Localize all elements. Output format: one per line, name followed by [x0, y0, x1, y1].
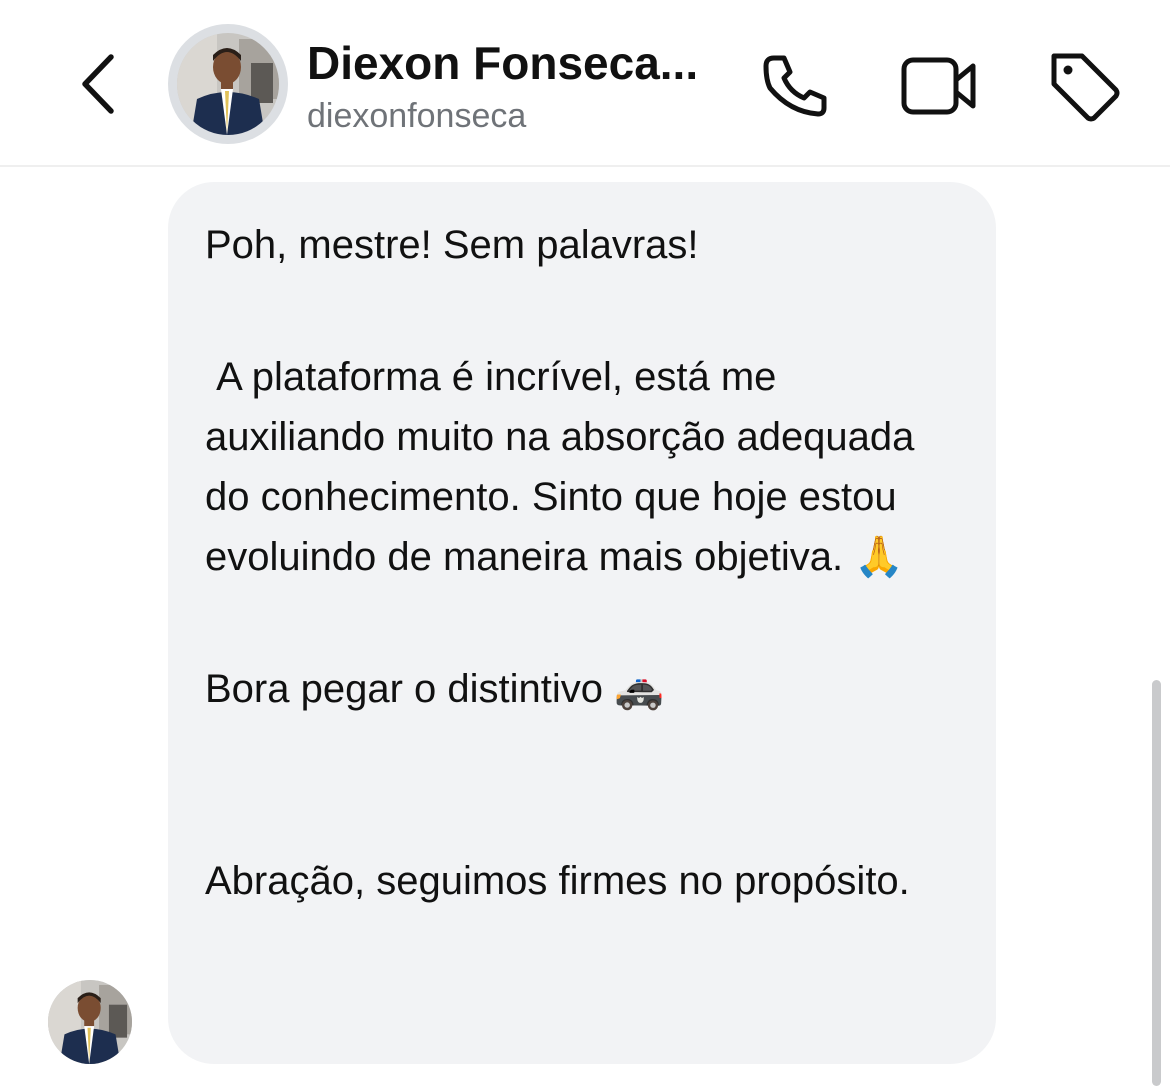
message-paragraph-4: Abração, seguimos firmes no propósito.: [205, 859, 910, 903]
avatar[interactable]: [168, 24, 288, 144]
message-bubble[interactable]: Poh, mestre! Sem palavras! A plataforma …: [168, 182, 996, 1064]
tag-button[interactable]: [1042, 44, 1126, 128]
chevron-left-icon: [82, 54, 114, 114]
scrollbar[interactable]: [1152, 680, 1161, 1086]
video-camera-icon: [901, 57, 976, 115]
phone-icon: [763, 55, 827, 117]
back-button[interactable]: [62, 46, 132, 122]
message-paragraph-3: Bora pegar o distintivo 🚓: [205, 667, 664, 711]
profile-photo: [177, 33, 279, 135]
contact-name[interactable]: Diexon Fonseca...: [307, 36, 727, 90]
tag-icon: [1051, 53, 1120, 122]
call-button[interactable]: [754, 44, 838, 128]
video-call-button[interactable]: [897, 44, 981, 128]
message-paragraph-1: Poh, mestre! Sem palavras!: [205, 223, 699, 267]
sender-avatar[interactable]: [48, 980, 132, 1064]
chat-header: Diexon Fonseca... diexonfonseca: [0, 0, 1170, 167]
contact-username: diexonfonseca: [307, 97, 527, 135]
message-paragraph-2: A plataforma é incrível, está me auxilia…: [205, 355, 926, 579]
chat-screen: Diexon Fonseca... diexonfonseca Poh, mes…: [0, 0, 1170, 1086]
